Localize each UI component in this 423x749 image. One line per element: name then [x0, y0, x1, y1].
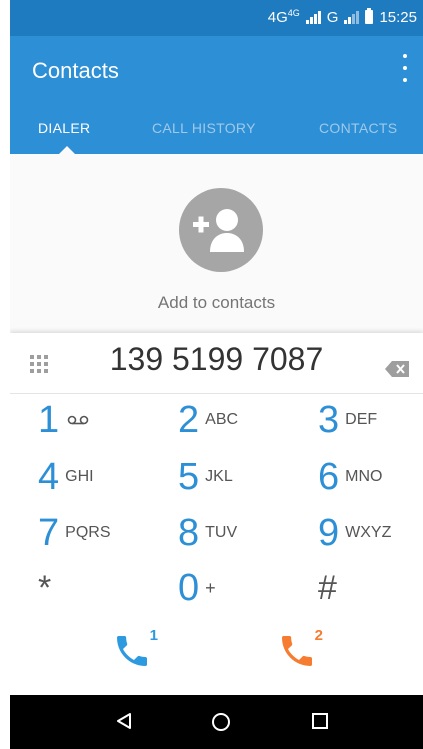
dialed-number[interactable]: 139 5199 7087	[10, 341, 423, 378]
network-type-small: 4G	[287, 8, 300, 18]
network-type-2: G	[326, 8, 339, 26]
key-star[interactable]: *	[38, 563, 158, 613]
clock: 15:25	[379, 8, 417, 26]
key-digit: 5	[178, 456, 200, 498]
status-icons: 4G4G G 15:25	[268, 8, 417, 26]
key-letters: +	[205, 577, 216, 598]
key-digit: 9	[318, 512, 340, 554]
key-digit: 0	[178, 567, 200, 609]
key-1[interactable]: 1	[38, 395, 158, 445]
home-circle-icon[interactable]	[210, 711, 232, 733]
key-letters: MNO	[345, 468, 383, 485]
key-2[interactable]: 2 ABC	[178, 395, 298, 445]
key-9[interactable]: 9 WXYZ	[318, 508, 423, 558]
key-digit: 3	[318, 399, 340, 441]
add-to-contacts-label[interactable]: Add to contacts	[10, 293, 423, 313]
key-digit: 7	[38, 512, 60, 554]
key-8[interactable]: 8 TUV	[178, 508, 298, 558]
key-digit: 6	[318, 456, 340, 498]
tab-contacts[interactable]: CONTACTS	[319, 120, 397, 136]
key-7[interactable]: 7 PQRS	[38, 508, 158, 558]
tab-bar: DIALER CALL HISTORY CONTACTS	[10, 116, 423, 154]
key-letters: WXYZ	[345, 524, 392, 541]
back-triangle-icon[interactable]	[114, 711, 134, 731]
tab-dialer[interactable]: DIALER	[38, 120, 90, 136]
status-bar: 4G4G G 15:25	[10, 0, 423, 36]
phone-icon	[117, 636, 147, 666]
add-person-icon[interactable]	[179, 188, 263, 272]
phone-screen: 4G4G G 15:25 Contacts DIALER CALL HISTOR…	[10, 0, 423, 749]
recents-square-icon[interactable]	[310, 711, 330, 731]
dialpad: 139 5199 7087 1 2 ABC 3 DEF 4 GHI 5 JKL …	[10, 333, 423, 695]
key-digit: #	[318, 568, 337, 607]
tab-call-history[interactable]: CALL HISTORY	[152, 120, 256, 136]
key-letters: PQRS	[65, 524, 111, 541]
backspace-icon[interactable]	[385, 361, 409, 377]
tab-indicator	[59, 146, 75, 154]
call-sim2-button[interactable]: 2	[277, 627, 323, 671]
app-bar: Contacts DIALER CALL HISTORY CONTACTS	[10, 36, 423, 154]
call-sim1-button[interactable]: 1	[112, 627, 158, 671]
navigation-bar	[10, 695, 423, 749]
key-0[interactable]: 0 +	[178, 563, 298, 613]
key-letters: GHI	[65, 468, 94, 485]
more-vert-icon[interactable]	[401, 54, 409, 82]
key-3[interactable]: 3 DEF	[318, 395, 423, 445]
key-hash[interactable]: #	[318, 563, 423, 613]
signal-icon	[305, 10, 321, 24]
battery-icon	[365, 8, 374, 24]
key-digit: 8	[178, 512, 200, 554]
sim2-label: 2	[314, 627, 323, 644]
key-6[interactable]: 6 MNO	[318, 452, 423, 502]
key-digit: 1	[38, 399, 60, 441]
key-digit: 2	[178, 399, 200, 441]
key-letters: ABC	[205, 411, 239, 428]
number-row: 139 5199 7087	[10, 333, 423, 394]
sim1-label: 1	[149, 627, 158, 644]
key-letters: JKL	[205, 468, 233, 485]
key-digit: *	[38, 568, 52, 607]
signal-icon-2	[344, 10, 360, 24]
contact-area: Add to contacts	[10, 154, 423, 329]
key-4[interactable]: 4 GHI	[38, 452, 158, 502]
phone-icon	[282, 636, 312, 666]
key-letters: TUV	[205, 524, 238, 541]
voicemail-icon	[67, 415, 89, 425]
key-5[interactable]: 5 JKL	[178, 452, 298, 502]
app-title: Contacts	[32, 58, 119, 83]
key-letters: DEF	[345, 411, 378, 428]
key-digit: 4	[38, 456, 60, 498]
network-type: 4G4G	[267, 8, 300, 26]
